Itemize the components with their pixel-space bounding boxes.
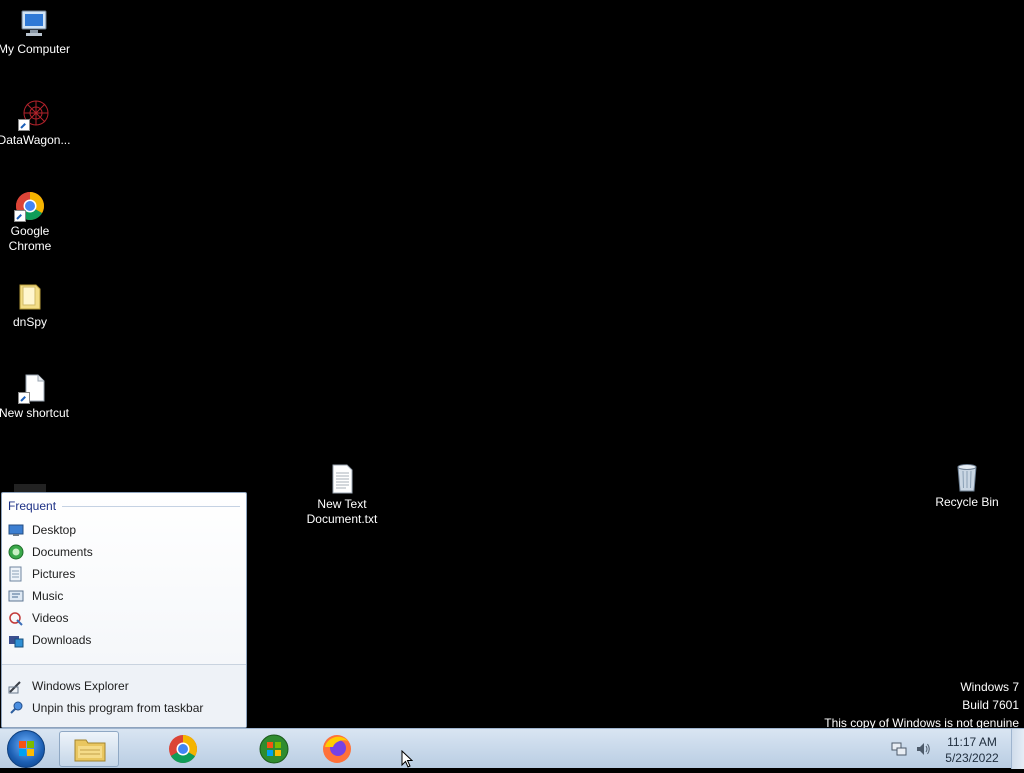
- jump-list-item-label: Desktop: [32, 523, 77, 537]
- jump-list-header: Frequent: [8, 499, 240, 513]
- desktop-icon-label: dnSpy: [12, 315, 48, 329]
- header-rule: [62, 505, 240, 507]
- desktop-icon-label: New shortcut: [0, 406, 70, 420]
- start-button[interactable]: [7, 730, 45, 768]
- jump-list-header-label: Frequent: [8, 499, 57, 513]
- mouse-cursor-icon: [401, 749, 414, 773]
- windows-explorer-icon: [8, 678, 24, 694]
- shortcut-arrow-icon: [18, 119, 30, 131]
- jump-list-item-desktop[interactable]: Desktop: [8, 520, 242, 540]
- shortcut-file-icon: [18, 372, 50, 404]
- chrome-icon: [167, 733, 199, 770]
- taskbar-media-button[interactable]: [256, 731, 292, 767]
- desktop-icon-label: Recycle Bin: [935, 495, 999, 509]
- computer-icon: [18, 8, 50, 40]
- volume-icon[interactable]: [915, 741, 931, 757]
- jump-list-task-label: Unpin this program from taskbar: [32, 701, 204, 715]
- jump-list-item-videos[interactable]: Videos: [8, 608, 242, 628]
- windows-watermark: Windows 7 Build 7601 This copy of Window…: [824, 678, 1019, 732]
- datawagon-icon: [18, 99, 50, 131]
- firefox-icon: [321, 733, 353, 770]
- jump-list-divider: [2, 664, 246, 665]
- music-icon: [8, 588, 24, 604]
- jump-list-item-documents[interactable]: Documents: [8, 542, 242, 562]
- jump-list-item-downloads[interactable]: Downloads: [8, 630, 242, 650]
- desktop-icon-my-computer[interactable]: My Computer: [0, 8, 74, 57]
- jump-list-task-unpin[interactable]: Unpin this program from taskbar: [8, 698, 242, 718]
- taskbar-windows-explorer-button[interactable]: [59, 731, 119, 767]
- show-desktop-button[interactable]: [1011, 729, 1024, 769]
- windows-logo-icon: [19, 741, 35, 757]
- clock-time: 11:17 AM: [947, 735, 997, 749]
- windows-media-icon: [258, 733, 290, 770]
- jump-list-item-label: Videos: [32, 611, 69, 625]
- jump-list-item-label: Documents: [32, 545, 93, 559]
- desktop-icon-new-text-document[interactable]: New Text Document.txt: [302, 463, 382, 527]
- pictures-icon: [8, 566, 24, 582]
- desktop-folder-icon: [8, 522, 24, 538]
- taskbar-clock[interactable]: 11:17 AM 5/23/2022: [936, 734, 1008, 766]
- recycle-bin-icon: [951, 461, 983, 493]
- jump-list-item-music[interactable]: Music: [8, 586, 242, 606]
- shortcut-arrow-icon: [18, 392, 30, 404]
- desktop-icon-label: My Computer: [0, 42, 71, 56]
- taskbar: 11:17 AM 5/23/2022: [0, 728, 1024, 769]
- folder-icon: [14, 281, 46, 313]
- watermark-line-1: Windows 7: [960, 680, 1019, 694]
- chrome-icon: [14, 190, 46, 222]
- desktop-icon-datawagon[interactable]: DataWagon...: [0, 99, 74, 148]
- desktop-icon-label: Google: [10, 224, 50, 238]
- unpin-icon: [8, 700, 24, 716]
- taskbar-firefox-button[interactable]: [319, 731, 355, 767]
- desktop-icon-recycle-bin[interactable]: Recycle Bin: [927, 461, 1007, 510]
- jump-list-item-label: Music: [32, 589, 64, 603]
- windows-explorer-icon: [74, 736, 106, 767]
- text-document-icon: [326, 463, 358, 495]
- desktop-icon-label: DataWagon...: [0, 133, 71, 147]
- videos-icon: [8, 610, 24, 626]
- desktop-icon-label: New Text: [317, 497, 367, 511]
- jump-list-item-label: Downloads: [32, 633, 92, 647]
- clock-date: 5/23/2022: [945, 751, 999, 765]
- downloads-icon: [8, 632, 24, 648]
- jump-list-task-windows-explorer[interactable]: Windows Explorer: [8, 676, 242, 696]
- explorer-jump-list: Frequent Desktop Documents Pictures Musi…: [1, 492, 247, 728]
- desktop-icon-dnspy[interactable]: dnSpy: [0, 281, 70, 330]
- watermark-line-2: Build 7601: [962, 698, 1019, 712]
- documents-icon: [8, 544, 24, 560]
- jump-list-task-label: Windows Explorer: [32, 679, 129, 693]
- partially-hidden-desktop-icon[interactable]: [14, 484, 46, 492]
- shortcut-arrow-icon: [14, 210, 26, 222]
- desktop-icon-new-shortcut[interactable]: New shortcut: [0, 372, 74, 421]
- network-icon[interactable]: [891, 741, 907, 757]
- desktop-icon-label-line2: Chrome: [8, 239, 52, 253]
- desktop-icon-google-chrome[interactable]: Google Chrome: [0, 190, 70, 254]
- jump-list-item-pictures[interactable]: Pictures: [8, 564, 242, 584]
- desktop-icon-label-line2: Document.txt: [306, 512, 378, 526]
- taskbar-chrome-button[interactable]: [165, 731, 201, 767]
- jump-list-item-label: Pictures: [32, 567, 76, 581]
